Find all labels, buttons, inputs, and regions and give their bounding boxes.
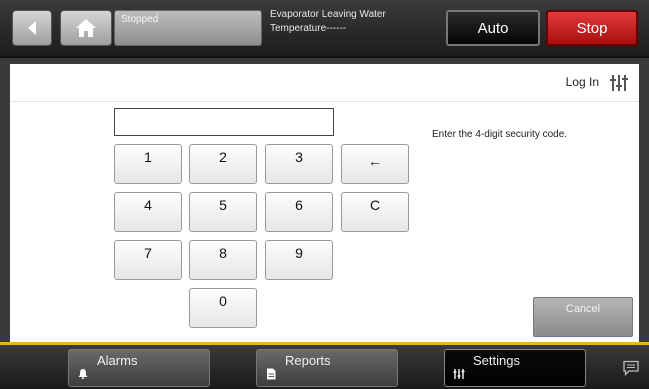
key-6[interactable]: 6 [265,192,333,232]
sliders-icon [610,75,628,91]
key-3[interactable]: 3 [265,144,333,184]
cancel-button[interactable]: Cancel [533,297,633,337]
key-8[interactable]: 8 [189,240,257,280]
key-5[interactable]: 5 [189,192,257,232]
back-arrow-icon [28,21,36,35]
tab-settings[interactable]: Settings [444,349,586,387]
tab-alarms-label: Alarms [97,353,138,368]
key-0[interactable]: 0 [189,288,257,328]
sliders-icon [453,369,465,379]
bottom-nav: Alarms Reports Settings [0,345,649,389]
chat-bubble-icon[interactable] [622,360,640,376]
panel-header: Log In [10,64,639,102]
unit-status[interactable]: Stopped [114,10,262,46]
login-panel: Log In Enter the 4-digit security code. … [10,64,639,342]
clear-key[interactable]: C [341,192,409,232]
key-4[interactable]: 4 [114,192,182,232]
bell-icon [78,369,88,379]
tab-reports[interactable]: Reports [256,349,398,387]
key-1[interactable]: 1 [114,144,182,184]
security-code-input[interactable] [114,108,334,136]
tab-reports-label: Reports [285,353,331,368]
auto-button[interactable]: Auto [446,10,540,46]
document-icon [267,368,276,380]
backspace-key[interactable]: ← [341,144,409,184]
tab-alarms[interactable]: Alarms [68,349,210,387]
page-title: Log In [565,75,599,89]
stop-button[interactable]: Stop [546,10,638,46]
status-info-line2: Temperature------ [270,23,347,34]
tab-settings-label: Settings [473,353,520,368]
status-info: Evaporator Leaving Water Temperature----… [270,8,410,36]
key-9[interactable]: 9 [265,240,333,280]
back-button[interactable] [12,10,52,46]
key-7[interactable]: 7 [114,240,182,280]
instruction-text: Enter the 4-digit security code. [432,129,568,140]
home-icon [76,19,96,37]
home-button[interactable] [60,10,112,46]
top-bar: Stopped Evaporator Leaving Water Tempera… [0,0,649,58]
status-info-line1: Evaporator Leaving Water [270,9,386,20]
key-2[interactable]: 2 [189,144,257,184]
